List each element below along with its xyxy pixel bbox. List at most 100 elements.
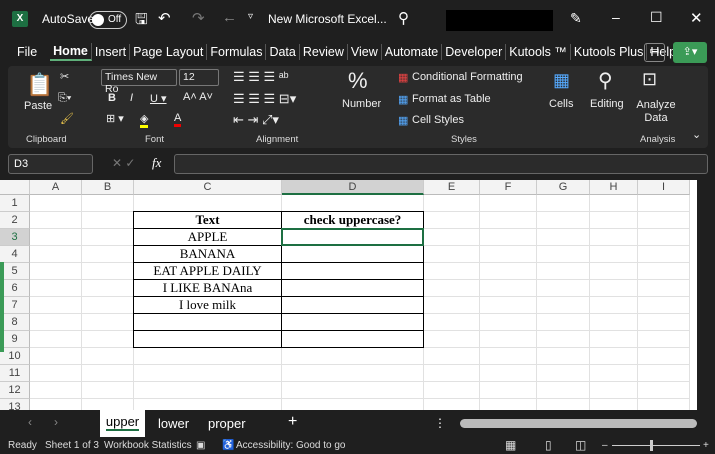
- cell[interactable]: [30, 365, 82, 382]
- cell[interactable]: [638, 195, 690, 212]
- spreadsheet-grid[interactable]: A B C D E F G H I 1 2 3 4 5 6 7 8 9 10 11 12 13 Text check uppe…: [0, 180, 697, 410]
- cell[interactable]: [537, 314, 590, 331]
- cell[interactable]: [30, 212, 82, 229]
- cell[interactable]: [82, 212, 134, 229]
- cell[interactable]: [638, 331, 690, 348]
- cell[interactable]: [480, 229, 537, 246]
- cell[interactable]: [480, 399, 537, 410]
- share-button[interactable]: ⇪▾: [673, 42, 707, 63]
- cut-icon[interactable]: ✂: [60, 70, 69, 83]
- cell[interactable]: [537, 280, 590, 297]
- tab-kutools-plus[interactable]: Kutools Plus: [571, 44, 648, 60]
- next-sheet-icon[interactable]: ›: [54, 415, 58, 429]
- cell[interactable]: [424, 280, 480, 297]
- cell[interactable]: [82, 348, 134, 365]
- minimize-icon[interactable]: –: [612, 9, 620, 25]
- tab-insert[interactable]: Insert: [92, 44, 131, 60]
- increase-font-icon[interactable]: A˄ A˅: [183, 91, 213, 103]
- sheet-tab-proper[interactable]: proper: [208, 416, 246, 431]
- cell[interactable]: [424, 297, 480, 314]
- column-header-G[interactable]: G: [537, 180, 590, 195]
- row-header-5[interactable]: 5: [0, 263, 30, 280]
- row-header-8[interactable]: 8: [0, 314, 30, 331]
- row-header-2[interactable]: 2: [0, 212, 30, 229]
- prev-sheet-icon[interactable]: ‹: [28, 415, 32, 429]
- cell[interactable]: [590, 246, 638, 263]
- normal-view-icon[interactable]: ▦: [505, 438, 516, 452]
- underline-button[interactable]: U ▾: [150, 92, 167, 105]
- cell[interactable]: [424, 246, 480, 263]
- back-icon[interactable]: ←: [222, 9, 237, 26]
- table-cell[interactable]: I LIKE BANAna: [133, 279, 282, 297]
- cell[interactable]: [424, 314, 480, 331]
- redo-icon[interactable]: ↷: [192, 9, 205, 27]
- align-top-icon[interactable]: ☰ ☰ ☰ ᵃᵇ: [233, 69, 289, 85]
- accessibility-status[interactable]: Accessibility: Good to go: [236, 440, 346, 451]
- table-cell[interactable]: APPLE: [133, 228, 282, 246]
- cell[interactable]: [537, 399, 590, 410]
- table-cell[interactable]: [281, 296, 424, 314]
- cancel-check-icons[interactable]: ✕ ✓: [112, 156, 135, 170]
- tab-view[interactable]: View: [348, 44, 382, 60]
- cell[interactable]: [82, 297, 134, 314]
- cell[interactable]: [424, 229, 480, 246]
- cell[interactable]: [537, 246, 590, 263]
- cell[interactable]: [590, 331, 638, 348]
- format-as-table-button[interactable]: Format as Table: [412, 93, 491, 105]
- font-size-select[interactable]: 12: [179, 69, 219, 86]
- cell[interactable]: [30, 399, 82, 410]
- workbook-statistics[interactable]: Workbook Statistics: [104, 440, 192, 451]
- undo-icon[interactable]: ↶: [158, 9, 171, 27]
- column-header-I[interactable]: I: [638, 180, 690, 195]
- align-left-icon[interactable]: ☰ ☰ ☰ ⊟▾: [233, 91, 296, 107]
- conditional-formatting-button[interactable]: Conditional Formatting: [412, 71, 523, 83]
- cell[interactable]: [424, 263, 480, 280]
- cell[interactable]: [537, 195, 590, 212]
- cell[interactable]: [638, 263, 690, 280]
- cell[interactable]: [590, 229, 638, 246]
- tab-review[interactable]: Review: [300, 44, 348, 60]
- cell[interactable]: [480, 331, 537, 348]
- cell[interactable]: [82, 382, 134, 399]
- cell[interactable]: [82, 331, 134, 348]
- cell[interactable]: [590, 280, 638, 297]
- cell[interactable]: [282, 365, 424, 382]
- cell[interactable]: [590, 348, 638, 365]
- table-cell[interactable]: [281, 262, 424, 280]
- cell[interactable]: [30, 382, 82, 399]
- cell[interactable]: [30, 195, 82, 212]
- cell[interactable]: [537, 382, 590, 399]
- cell[interactable]: [30, 314, 82, 331]
- tab-formulas[interactable]: Formulas: [207, 44, 267, 60]
- italic-button[interactable]: I: [130, 92, 133, 104]
- cell[interactable]: [590, 195, 638, 212]
- row-header-6[interactable]: 6: [0, 280, 30, 297]
- cell[interactable]: [30, 348, 82, 365]
- indent-icon[interactable]: ⇤ ⇥ ⤢▾: [233, 112, 279, 128]
- cell[interactable]: [282, 195, 424, 212]
- cell[interactable]: [638, 348, 690, 365]
- tab-home[interactable]: Home: [50, 43, 92, 61]
- cell[interactable]: [638, 246, 690, 263]
- formula-input[interactable]: [174, 154, 708, 174]
- column-header-C[interactable]: C: [134, 180, 282, 195]
- cell[interactable]: [590, 365, 638, 382]
- table-header[interactable]: Text: [133, 211, 282, 229]
- zoom-slider-thumb[interactable]: [650, 440, 653, 451]
- clipboard-icon[interactable]: 📋: [26, 72, 53, 98]
- cell[interactable]: [590, 297, 638, 314]
- add-sheet-icon[interactable]: +: [288, 413, 297, 431]
- cell[interactable]: [82, 246, 134, 263]
- row-header-13[interactable]: 13: [0, 399, 30, 410]
- tab-developer[interactable]: Developer: [442, 44, 507, 60]
- cell[interactable]: [30, 280, 82, 297]
- cell[interactable]: [82, 229, 134, 246]
- cell[interactable]: [537, 348, 590, 365]
- close-icon[interactable]: ✕: [690, 9, 703, 27]
- row-header-9[interactable]: 9: [0, 331, 30, 348]
- page-layout-view-icon[interactable]: ▯: [545, 438, 552, 452]
- row-header-3[interactable]: 3: [0, 229, 30, 246]
- cell[interactable]: [480, 297, 537, 314]
- cell[interactable]: [480, 314, 537, 331]
- cell[interactable]: [30, 263, 82, 280]
